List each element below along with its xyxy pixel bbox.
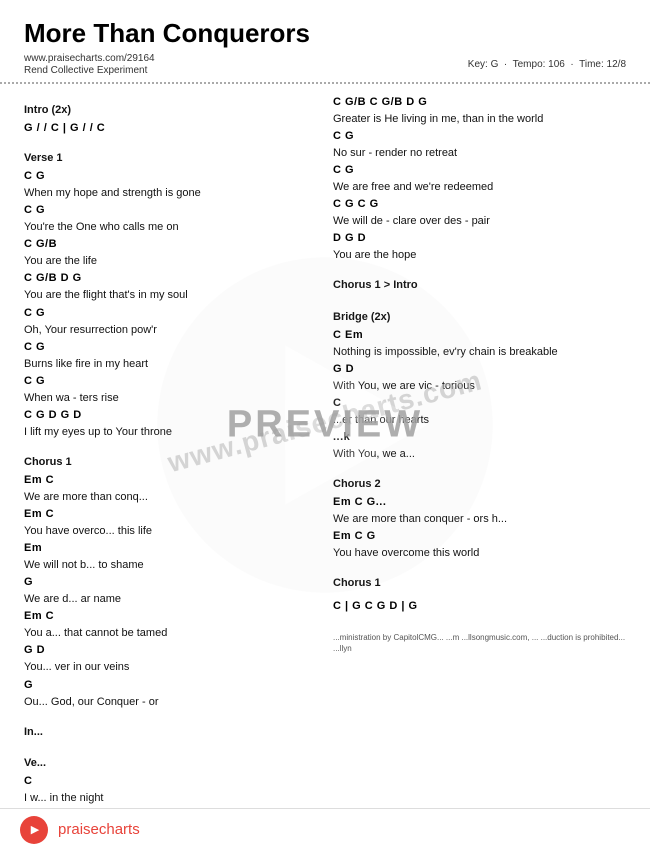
key-tempo-time: Key: G · Tempo: 106 · Time: 12/8 xyxy=(468,59,626,70)
lyric-line: We are more than conquer - ors h... xyxy=(333,511,626,528)
lyric-line: When my hope and strength is gone xyxy=(24,185,317,202)
chord-line: C G xyxy=(24,305,317,322)
right-column: C G/B C G/B D GGreater is He living in m… xyxy=(333,94,626,841)
section-label: Bridge (2x) xyxy=(333,309,626,326)
chord-line: C G/B D G xyxy=(24,270,317,287)
lyric-line: We will de - clare over des - pair xyxy=(333,213,626,230)
meta-right: Key: G · Tempo: 106 · Time: 12/8 xyxy=(468,59,626,70)
lyric-line: You... ver in our veins xyxy=(24,659,317,676)
lyric-line: Oh, Your resurrection pow'r xyxy=(24,322,317,339)
spacer xyxy=(333,463,626,468)
spacer xyxy=(333,296,626,301)
section-label: Chorus 1 > Intro xyxy=(333,277,626,294)
lyric-line: You have overco... this life xyxy=(24,523,317,540)
chord-line: C G C G xyxy=(333,196,626,213)
spacer xyxy=(24,441,317,446)
chord-line: C G xyxy=(24,339,317,356)
spacer xyxy=(24,742,317,747)
page-container: More Than Conquerors www.praisecharts.co… xyxy=(0,0,650,850)
section-label: Chorus 1 xyxy=(333,575,626,592)
lyric-line: With You, we a... xyxy=(333,446,626,463)
section-label: Chorus 1 xyxy=(24,454,317,471)
chord-line: C G xyxy=(333,162,626,179)
chord-line: G xyxy=(24,574,317,591)
chord-line: Em C xyxy=(24,472,317,489)
chord-line: G D xyxy=(24,642,317,659)
lyric-line: With You, we are vic - torious xyxy=(333,378,626,395)
chord-line: G xyxy=(24,677,317,694)
meta-left: www.praisecharts.com/29164 Rend Collecti… xyxy=(24,53,155,76)
spacer xyxy=(333,562,626,567)
chord-line: C G xyxy=(24,373,317,390)
chord-line: C xyxy=(24,773,317,790)
lyric-line: Ou... God, our Conquer - or xyxy=(24,694,317,711)
chord-line: G D xyxy=(333,361,626,378)
spacer xyxy=(24,711,317,716)
footer-logo-main: isecharts xyxy=(80,821,140,838)
footer-logo: praisecharts xyxy=(58,821,140,838)
chord-line: Em C G... xyxy=(333,494,626,511)
chord-line: ...k xyxy=(333,429,626,446)
lyric-line: We are more than conq... xyxy=(24,489,317,506)
chord-line: G / / C | G / / C xyxy=(24,120,317,137)
lyric-line: You are the life xyxy=(24,253,317,270)
spacer xyxy=(24,137,317,142)
chord-line: C G D G D xyxy=(24,407,317,424)
artist-text: Rend Collective Experiment xyxy=(24,65,155,76)
lyric-line: We will not b... to shame xyxy=(24,557,317,574)
section-label: Intro (2x) xyxy=(24,102,317,119)
chord-line: D G D xyxy=(333,230,626,247)
lyric-line: We are d... ar name xyxy=(24,591,317,608)
chord-line: C G/B xyxy=(24,236,317,253)
chord-line: Em C G xyxy=(333,528,626,545)
footer-logo-accent: pra xyxy=(58,821,80,838)
left-column: Intro (2x)G / / C | G / / CVerse 1C GWhe… xyxy=(24,94,317,841)
chord-line: C G xyxy=(24,168,317,185)
lyric-line: I w... in the night xyxy=(24,790,317,807)
spacer xyxy=(333,264,626,269)
chord-line: C G/B C G/B D G xyxy=(333,94,626,111)
chord-line: C G xyxy=(24,202,317,219)
section-label: Verse 1 xyxy=(24,150,317,167)
lyric-line: When wa - ters rise xyxy=(24,390,317,407)
chord-line: C G xyxy=(333,128,626,145)
chord-line: Em C xyxy=(24,506,317,523)
chord-line: C Em xyxy=(333,327,626,344)
lyric-line: We are free and we're redeemed xyxy=(333,179,626,196)
lyric-line: ...er than our hearts xyxy=(333,412,626,429)
spacer xyxy=(333,620,626,625)
lyric-line: No sur - render no retreat xyxy=(333,145,626,162)
lyric-line: Burns like fire in my heart xyxy=(24,356,317,373)
footer: praisecharts xyxy=(0,808,650,850)
section-label: In... xyxy=(24,724,317,741)
chord-line: C | G C G D | G xyxy=(333,598,626,615)
section-label: Chorus 2 xyxy=(333,476,626,493)
chord-line: Em xyxy=(24,540,317,557)
chord-line: Em C xyxy=(24,608,317,625)
header: More Than Conquerors www.praisecharts.co… xyxy=(0,0,650,84)
lyric-line: Greater is He living in me, than in the … xyxy=(333,111,626,128)
main-content: Intro (2x)G / / C | G / / CVerse 1C GWhe… xyxy=(0,90,650,841)
lyric-line: You are the hope xyxy=(333,247,626,264)
section-label: Ve... xyxy=(24,755,317,772)
lyric-line: You a... that cannot be tamed xyxy=(24,625,317,642)
lyric-line: I lift my eyes up to Your throne xyxy=(24,424,317,441)
lyric-line: You're the One who calls me on xyxy=(24,219,317,236)
lyric-line: You are the flight that's in my soul xyxy=(24,287,317,304)
play-button[interactable] xyxy=(20,816,48,844)
url-text: www.praisecharts.com/29164 xyxy=(24,53,155,64)
lyric-line: You have overcome this world xyxy=(333,545,626,562)
chord-line: C xyxy=(333,395,626,412)
meta-row: www.praisecharts.com/29164 Rend Collecti… xyxy=(24,53,626,76)
copyright-text: ...ministration by CapitolCMG... ...m ..… xyxy=(333,633,626,654)
lyric-line: Nothing is impossible, ev'ry chain is br… xyxy=(333,344,626,361)
page-title: More Than Conquerors xyxy=(24,18,626,49)
